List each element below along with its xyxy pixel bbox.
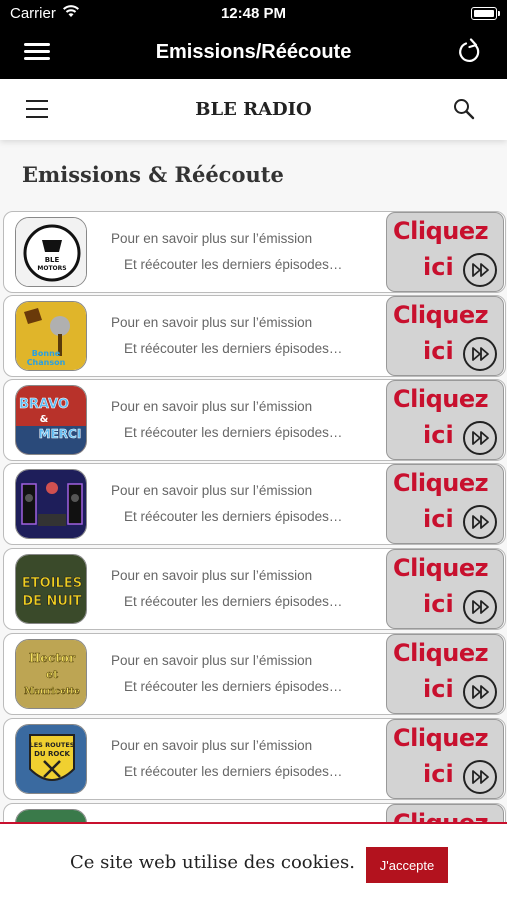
accept-cookies-button[interactable]: J'accepte: [366, 847, 448, 883]
card-line-2: Et réécouter les derniers épisodes…: [124, 764, 343, 779]
site-brand[interactable]: BLE RADIO: [0, 99, 507, 120]
card-line-1: Pour en savoir plus sur l’émission: [111, 399, 313, 414]
cliquez-ici-button[interactable]: Cliquez ici: [386, 212, 504, 292]
status-bar: Carrier 12:48 PM: [0, 0, 507, 26]
cliquez-ici-button[interactable]: Cliquez ici: [386, 464, 504, 544]
fast-forward-icon[interactable]: [463, 760, 497, 794]
card-line-2: Et réécouter les derniers épisodes…: [124, 341, 343, 356]
svg-text:ETOILES: ETOILES: [22, 576, 82, 591]
emission-thumbnail: Hector et Mauricette: [15, 639, 87, 709]
svg-text:&: &: [40, 414, 49, 425]
clock: 12:48 PM: [220, 5, 287, 22]
card-line-1: Pour en savoir plus sur l’émission: [111, 231, 313, 246]
svg-text:DE NUIT: DE NUIT: [22, 594, 81, 609]
emission-thumbnail: Bonne Chanson: [15, 301, 87, 371]
cta-word-1: Cliquez: [393, 385, 489, 413]
cta-word-1: Cliquez: [393, 217, 489, 245]
cliquez-ici-button[interactable]: Cliquez ici: [386, 380, 504, 460]
cookie-message: Ce site web utilise des cookies.: [70, 852, 355, 873]
search-icon[interactable]: [453, 98, 475, 125]
svg-text:LES ROUTES: LES ROUTES: [30, 741, 75, 749]
emission-card[interactable]: Bonne Chanson Pour en savoir plus sur l’é…: [3, 295, 506, 377]
nav-title: Emissions/Réécoute: [155, 41, 352, 63]
card-line-2: Et réécouter les derniers épisodes…: [124, 679, 343, 694]
cta-word-2: ici: [423, 253, 454, 281]
emission-card[interactable]: BLE MOTORS Pour en savoir plus sur l’émis…: [3, 211, 506, 293]
card-line-1: Pour en savoir plus sur l’émission: [111, 315, 313, 330]
battery-icon: [471, 7, 500, 20]
nav-bar: Emissions/Réécoute: [0, 26, 507, 79]
fast-forward-icon[interactable]: [463, 675, 497, 709]
svg-text:BLE: BLE: [45, 256, 60, 264]
cta-word-2: ici: [423, 337, 454, 365]
emission-thumbnail: BLE MOTORS: [15, 217, 87, 287]
svg-text:Chanson: Chanson: [27, 358, 66, 367]
svg-text:MERCI: MERCI: [39, 427, 82, 441]
svg-text:et: et: [46, 668, 59, 681]
cta-word-2: ici: [423, 675, 454, 703]
cta-word-2: ici: [423, 505, 454, 533]
card-line-2: Et réécouter les derniers épisodes…: [124, 594, 343, 609]
cta-word-1: Cliquez: [393, 724, 489, 752]
fast-forward-icon[interactable]: [463, 505, 497, 539]
svg-text:Hector: Hector: [29, 651, 76, 665]
cliquez-ici-button[interactable]: Cliquez ici: [386, 296, 504, 376]
emission-thumbnail: BRAVO & MERCI: [15, 385, 87, 455]
fast-forward-icon[interactable]: [463, 590, 497, 624]
cta-word-1: Cliquez: [393, 639, 489, 667]
refresh-icon[interactable]: [457, 38, 483, 71]
page-title: Emissions & Réécoute: [22, 162, 284, 187]
card-line-2: Et réécouter les derniers épisodes…: [124, 257, 343, 272]
cookie-banner: Ce site web utilise des cookies. J'accep…: [0, 822, 507, 900]
card-line-1: Pour en savoir plus sur l’émission: [111, 653, 313, 668]
card-line-2: Et réécouter les derniers épisodes…: [124, 425, 343, 440]
cta-word-1: Cliquez: [393, 554, 489, 582]
fast-forward-icon[interactable]: [463, 337, 497, 371]
cliquez-ici-button[interactable]: Cliquez ici: [386, 719, 504, 799]
card-line-1: Pour en savoir plus sur l’émission: [111, 568, 313, 583]
cta-word-2: ici: [423, 421, 454, 449]
emission-card[interactable]: BRAVO & MERCI Pour en savoir plus sur l’ém…: [3, 379, 506, 461]
cliquez-ici-button[interactable]: Cliquez ici: [386, 549, 504, 629]
svg-text:Bonne: Bonne: [32, 349, 61, 358]
cta-word-2: ici: [423, 760, 454, 788]
cliquez-ici-button[interactable]: Cliquez ici: [386, 634, 504, 714]
svg-text:MOTORS: MOTORS: [37, 265, 66, 272]
site-header: BLE RADIO: [0, 79, 507, 140]
card-line-1: Pour en savoir plus sur l’émission: [111, 738, 313, 753]
svg-text:BRAVO: BRAVO: [19, 397, 69, 412]
cta-word-2: ici: [423, 590, 454, 618]
emission-thumbnail: ETOILES DE NUIT: [15, 554, 87, 624]
card-line-1: Pour en savoir plus sur l’émission: [111, 483, 313, 498]
fast-forward-icon[interactable]: [463, 253, 497, 287]
emission-thumbnail: [15, 469, 87, 539]
svg-text:DU ROCK: DU ROCK: [34, 750, 70, 758]
svg-text:Mauricette: Mauricette: [24, 687, 80, 697]
emission-card[interactable]: Pour en savoir plus sur l’émission Et ré…: [3, 463, 506, 545]
card-line-2: Et réécouter les derniers épisodes…: [124, 509, 343, 524]
emission-card[interactable]: LES ROUTES DU ROCK Pour en savoir plus su…: [3, 718, 506, 800]
cta-word-1: Cliquez: [393, 469, 489, 497]
emission-thumbnail: LES ROUTES DU ROCK: [15, 724, 87, 794]
emission-card[interactable]: Hector et Mauricette Pour en savoir plus s…: [3, 633, 506, 715]
fast-forward-icon[interactable]: [463, 421, 497, 455]
cta-word-1: Cliquez: [393, 301, 489, 329]
emission-card[interactable]: ETOILES DE NUIT Pour en savoir plus sur l…: [3, 548, 506, 630]
